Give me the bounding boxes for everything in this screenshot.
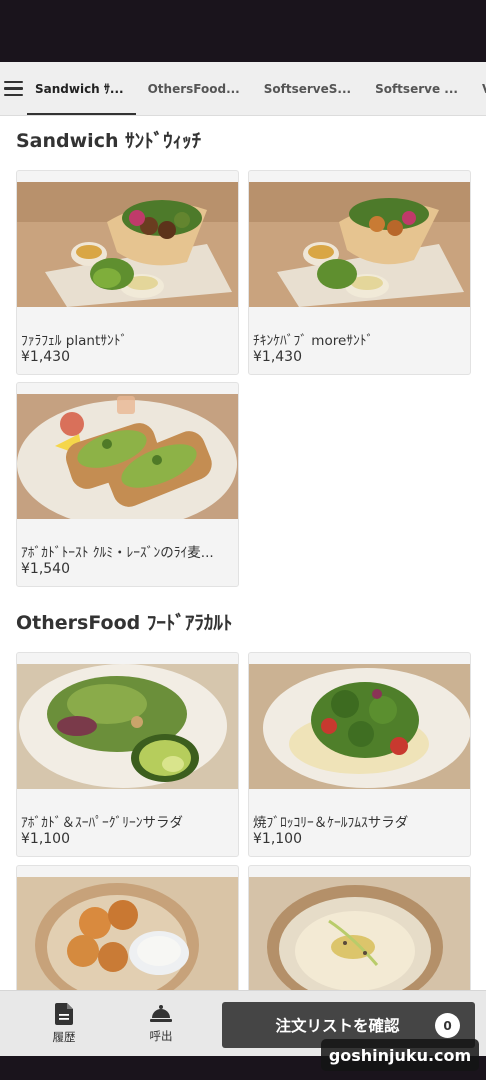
item-name: ｱﾎﾞｶﾄﾞﾄｰｽﾄ ｸﾙﾐ・ﾚｰｽﾞﾝのﾗｲ麦... bbox=[21, 545, 214, 561]
menu-item-card[interactable]: ｱﾎﾞｶﾄﾞﾄｰｽﾄ ｸﾙﾐ・ﾚｰｽﾞﾝのﾗｲ麦... ¥1,540 bbox=[16, 382, 239, 587]
menu-content: Sandwich ｻﾝﾄﾞｳｨｯﾁ ﾌｧﾗﾌｪﾙ plantｻﾝﾄﾞ ¥1,43… bbox=[0, 117, 486, 990]
chicken-kebab-sandwich-photo bbox=[249, 182, 470, 307]
item-price: ¥1,100 bbox=[253, 831, 302, 847]
menu-item-card[interactable] bbox=[248, 865, 471, 990]
avocado-green-salad-photo bbox=[17, 664, 238, 789]
falafel-sandwich-photo bbox=[17, 182, 238, 307]
menu-icon[interactable] bbox=[0, 62, 23, 115]
watermark: goshinjuku.com bbox=[321, 1039, 479, 1071]
bell-icon bbox=[150, 1005, 172, 1022]
call-label: 呼出 bbox=[149, 1029, 173, 1043]
tab-softserve-s[interactable]: SoftserveS... bbox=[252, 62, 363, 115]
avocado-toast-photo bbox=[17, 394, 238, 519]
menu-item-card[interactable] bbox=[16, 865, 239, 990]
item-price: ¥1,100 bbox=[21, 831, 70, 847]
tab-vegancake[interactable]: VeganCake bbox=[470, 62, 486, 115]
item-name: ｱﾎﾞｶﾄﾞ＆ｽｰﾊﾟｰｸﾞﾘｰﾝサラダ bbox=[21, 815, 183, 831]
roasted-potatoes-photo bbox=[17, 877, 238, 990]
history-button[interactable]: 履歴 bbox=[28, 991, 100, 1057]
category-tab-bar: Sandwich ｻ... OthersFood... SoftserveS..… bbox=[0, 62, 486, 116]
tab-othersfood[interactable]: OthersFood... bbox=[136, 62, 252, 115]
item-price: ¥1,430 bbox=[21, 349, 70, 365]
tab-softserve[interactable]: Softserve ... bbox=[363, 62, 470, 115]
item-name: ﾁｷﾝｹﾊﾞﾌﾞ moreｻﾝﾄﾞ bbox=[253, 333, 374, 349]
item-name: 焼ﾌﾞﾛｯｺﾘｰ＆ｹｰﾙﾌﾑｽサラダ bbox=[253, 815, 409, 831]
section-title-sandwich: Sandwich ｻﾝﾄﾞｳｨｯﾁ bbox=[16, 130, 202, 152]
order-button-label: 注文リストを確認 bbox=[275, 1017, 400, 1035]
menu-item-card[interactable]: ﾌｧﾗﾌｪﾙ plantｻﾝﾄﾞ ¥1,430 bbox=[16, 170, 239, 375]
hummus-photo bbox=[249, 877, 470, 990]
item-price: ¥1,430 bbox=[253, 349, 302, 365]
status-bar bbox=[0, 0, 486, 62]
section-title-othersfood: OthersFood ﾌｰﾄﾞｱﾗｶﾙﾄ bbox=[16, 612, 233, 634]
broccoli-hummus-salad-photo bbox=[249, 664, 470, 789]
item-name: ﾌｧﾗﾌｪﾙ plantｻﾝﾄﾞ bbox=[21, 333, 128, 349]
document-icon bbox=[55, 1003, 73, 1025]
menu-item-card[interactable]: 焼ﾌﾞﾛｯｺﾘｰ＆ｹｰﾙﾌﾑｽサラダ ¥1,100 bbox=[248, 652, 471, 857]
item-price: ¥1,540 bbox=[21, 561, 70, 577]
order-count-badge: 0 bbox=[435, 1013, 460, 1038]
history-label: 履歴 bbox=[52, 1030, 76, 1044]
menu-item-card[interactable]: ｱﾎﾞｶﾄﾞ＆ｽｰﾊﾟｰｸﾞﾘｰﾝサラダ ¥1,100 bbox=[16, 652, 239, 857]
tab-sandwich[interactable]: Sandwich ｻ... bbox=[23, 62, 136, 115]
call-staff-button[interactable]: 呼出 bbox=[125, 991, 197, 1057]
menu-item-card[interactable]: ﾁｷﾝｹﾊﾞﾌﾞ moreｻﾝﾄﾞ ¥1,430 bbox=[248, 170, 471, 375]
